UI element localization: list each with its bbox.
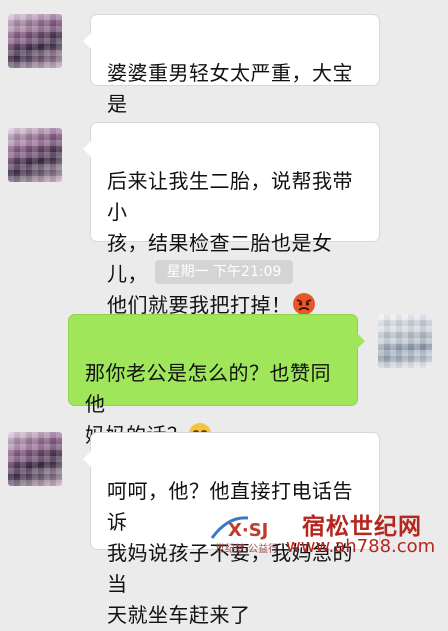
watermark-site-url: www.ah788.com	[286, 536, 436, 557]
avatar[interactable]	[8, 14, 62, 68]
timestamp-badge: 星期一 下午21:09	[155, 260, 293, 284]
message-text: 后来让我生二胎，说帮我带小 孩，结果检查二胎也是女儿， 他们就要我把打掉！	[107, 169, 353, 317]
avatar[interactable]	[8, 432, 62, 486]
message-bubble[interactable]: 后来让我生二胎，说帮我带小 孩，结果检查二胎也是女儿， 他们就要我把打掉！	[83, 122, 380, 317]
watermark-slogan: 世纪梦 公益行	[215, 544, 279, 555]
angry-face-icon	[292, 292, 316, 316]
message-bubble[interactable]: 那你老公是怎么的？也赞同他 妈妈的话？	[68, 314, 365, 447]
watermark-logo-text: X·SJ	[228, 520, 268, 541]
avatar[interactable]	[8, 128, 62, 182]
avatar[interactable]	[378, 314, 432, 368]
message-bubble[interactable]: 婆婆重男轻女太严重，大宝是 闺女婆婆从不靠边	[83, 14, 380, 147]
